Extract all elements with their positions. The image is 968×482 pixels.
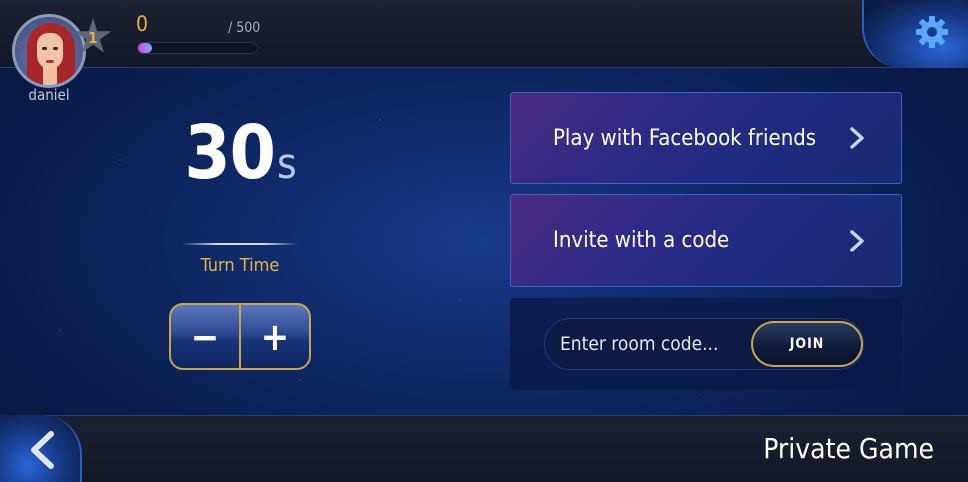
username: daniel bbox=[28, 86, 70, 104]
avatar-face bbox=[37, 33, 63, 69]
turn-time-label: Turn Time bbox=[200, 255, 280, 276]
decrease-button[interactable]: − bbox=[171, 305, 239, 368]
room-code-input[interactable] bbox=[560, 328, 744, 360]
avatar-eye bbox=[42, 47, 47, 50]
increase-button[interactable]: + bbox=[241, 305, 309, 368]
xp-progress-bar bbox=[137, 42, 258, 54]
avatar-lips bbox=[46, 60, 54, 63]
invite-button-label: Invite with a code bbox=[553, 228, 730, 253]
back-button[interactable] bbox=[24, 430, 60, 470]
turn-time-display: 30s bbox=[170, 110, 310, 196]
chevron-left-icon bbox=[31, 431, 54, 469]
turn-time-stepper: − + bbox=[169, 303, 311, 370]
settings-button[interactable] bbox=[914, 14, 950, 50]
avatar-neck bbox=[43, 67, 57, 85]
join-button[interactable]: JOIN bbox=[751, 321, 863, 367]
xp-value: 0 bbox=[136, 12, 149, 36]
turn-time-unit: s bbox=[276, 139, 297, 188]
divider bbox=[182, 243, 298, 245]
play-with-facebook-button[interactable]: Play with Facebook friends bbox=[510, 92, 902, 184]
xp-max: / 500 bbox=[228, 20, 261, 36]
level-number: 1 bbox=[88, 29, 98, 47]
turn-time-value: 30 bbox=[184, 110, 276, 196]
page-title: Private Game bbox=[763, 432, 934, 465]
avatar-eye bbox=[53, 47, 58, 50]
chevron-right-icon bbox=[849, 127, 865, 149]
avatar[interactable] bbox=[12, 14, 86, 88]
gear-icon bbox=[916, 16, 948, 48]
invite-with-code-button[interactable]: Invite with a code bbox=[510, 194, 902, 287]
chevron-right-icon bbox=[849, 229, 865, 252]
xp-progress-fill bbox=[138, 43, 153, 53]
facebook-button-label: Play with Facebook friends bbox=[553, 125, 817, 151]
